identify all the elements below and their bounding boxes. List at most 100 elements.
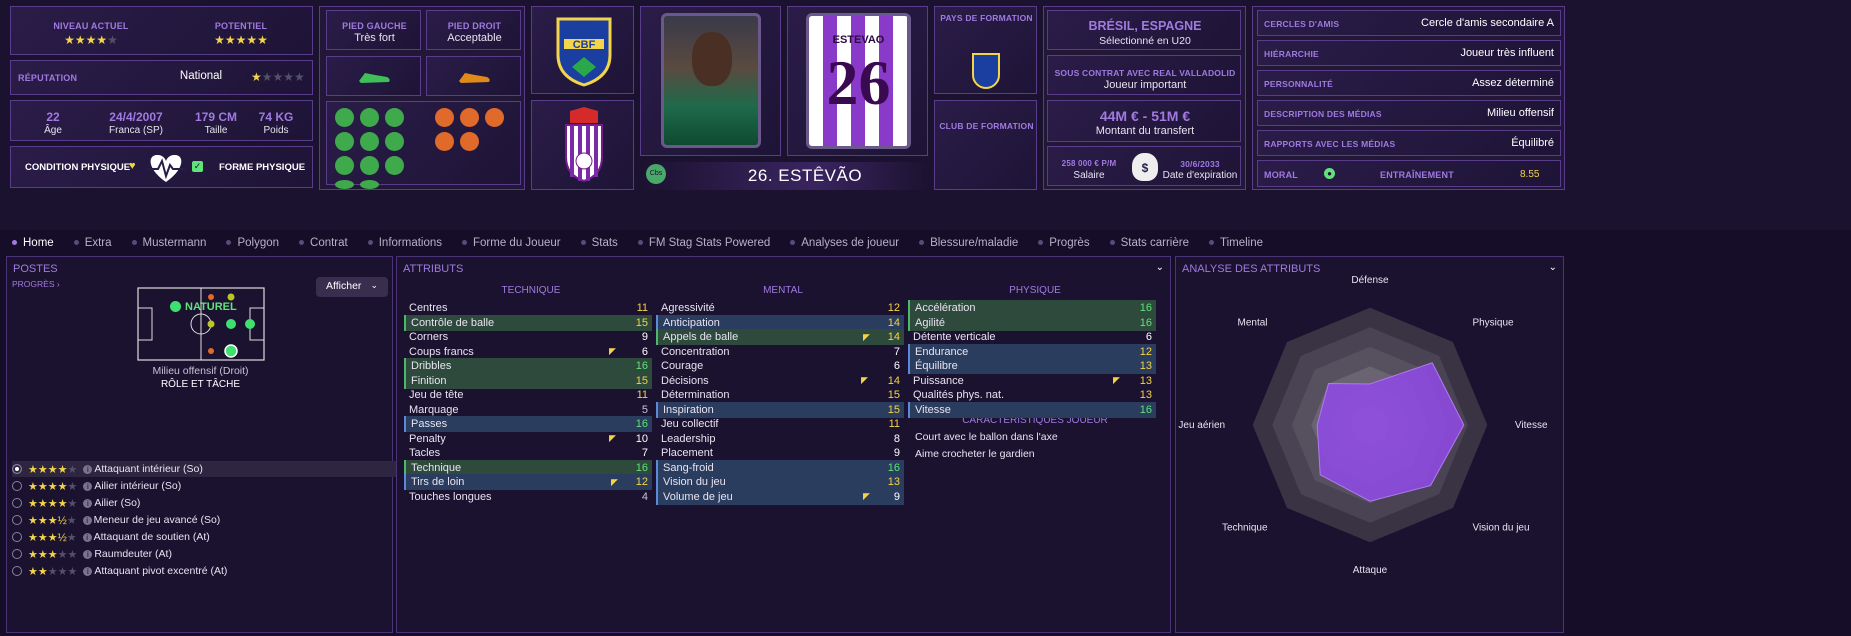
role-row[interactable]: ★★★★★iRaumdeuter (At)⌄ [12, 546, 454, 562]
role-stars: ★★★½★ [28, 531, 77, 544]
role-radio[interactable] [12, 532, 22, 542]
attribute-value: 16 [1139, 403, 1152, 416]
role-radio[interactable] [12, 498, 22, 508]
left-foot-box: PIED GAUCHE Très fort [326, 10, 421, 50]
attribute-row[interactable]: Touches longues 4 [404, 489, 652, 505]
tab-extra[interactable]: Extra [73, 237, 112, 249]
trait-icon[interactable] [385, 132, 404, 151]
pitch-diagram [137, 287, 265, 361]
attribute-value: 6 [893, 360, 900, 372]
role-row[interactable]: ★★★★★iAttaquant intérieur (So)⌄ [12, 461, 454, 477]
info-icon[interactable]: i [82, 515, 92, 525]
attribute-value: 16 [1139, 316, 1152, 329]
tab-timeline[interactable]: Timeline [1208, 237, 1263, 249]
salaire-value: 258 000 € P/M [1061, 159, 1117, 168]
pied-gauche-label: PIED GAUCHE [342, 21, 407, 31]
tab-label: Mustermann [142, 237, 207, 249]
role-row[interactable]: ★★★★★iAilier (So)⌄ [12, 495, 454, 511]
info-icon[interactable]: i [83, 464, 93, 474]
afficher-dropdown[interactable]: Afficher ⌄ [316, 277, 388, 297]
tab-blessure-maladie[interactable]: Blessure/maladie [919, 237, 1018, 249]
trait-icon[interactable] [335, 156, 354, 175]
trait-icon[interactable] [485, 108, 504, 127]
trait-icon[interactable] [335, 180, 354, 189]
role-row[interactable]: ★★★★★iAilier intérieur (So)⌄ [12, 478, 454, 494]
role-radio[interactable] [12, 566, 22, 576]
trait-icon[interactable] [360, 132, 379, 151]
trait-icon[interactable] [335, 132, 354, 151]
tab-progr-s[interactable]: Progrès [1038, 237, 1090, 249]
attribute-value: 12 [635, 476, 648, 488]
technique-title: TECHNIQUE [501, 285, 561, 296]
role-radio[interactable] [12, 515, 22, 525]
attribute-name: Agressivité [661, 302, 715, 314]
tab-label: FM Stag Stats Powered [648, 237, 771, 249]
attribute-name: Concentration [661, 345, 730, 358]
info-icon[interactable]: i [83, 498, 93, 508]
birth-place: Franca (SP) [109, 125, 163, 136]
attribute-value: 11 [888, 418, 900, 430]
attribute-name: Puissance [913, 374, 964, 387]
info-icon[interactable]: i [83, 549, 93, 559]
attribute-name: Agilité [915, 316, 945, 329]
tab-label: Home [23, 237, 54, 249]
role-radio[interactable] [12, 549, 22, 559]
chevron-down-icon[interactable]: ⌄ [1549, 262, 1557, 273]
trait-icon[interactable] [435, 132, 454, 151]
tab-dot-icon [462, 240, 468, 246]
role-row[interactable]: ★★★½★iAttaquant de soutien (At)⌄ [12, 529, 454, 545]
shirt-image: ESTEVAO 26 [806, 13, 911, 149]
trait-icon[interactable] [335, 108, 354, 127]
chevron-down-icon[interactable]: ⌄ [1156, 262, 1164, 273]
tab-mustermann[interactable]: Mustermann [131, 237, 207, 249]
role-radio[interactable] [12, 481, 22, 491]
info-row-value: Assez déterminé [1472, 77, 1554, 89]
trait-icon[interactable] [385, 156, 404, 175]
trait-icon[interactable] [385, 108, 404, 127]
attribute-row[interactable]: Volume de jeu ◤ 9 [656, 488, 904, 505]
tab-label: Extra [84, 237, 112, 249]
info-icon[interactable]: i [82, 532, 92, 542]
attribute-row[interactable]: Vitesse 16 [908, 401, 1156, 418]
attribute-value: 11 [636, 302, 648, 314]
tab-stats[interactable]: Stats [580, 237, 618, 249]
tab-home[interactable]: Home [12, 237, 54, 249]
attribute-name: Placement [661, 447, 713, 459]
expiration-value: 30/6/2033 [1180, 159, 1220, 169]
tab-polygon[interactable]: Polygon [226, 237, 279, 249]
role-row[interactable]: ★★★½★iMeneur de jeu avancé (So)⌄ [12, 512, 454, 528]
tab-analyses-de-joueur[interactable]: Analyses de joueur [790, 237, 899, 249]
player-face [692, 32, 732, 86]
attribute-value: 15 [887, 389, 900, 401]
tab-contrat[interactable]: Contrat [299, 237, 348, 249]
role-row[interactable]: ★★★★★iAttaquant pivot excentré (At)⌄ [12, 563, 454, 579]
niveau-actuel-stars: ★★★★★ [64, 33, 118, 47]
tab-dot-icon [790, 240, 796, 246]
tab-stats-carri-re[interactable]: Stats carrière [1109, 237, 1189, 249]
trait-icon[interactable] [460, 108, 479, 127]
tab-forme-du-joueur[interactable]: Forme du Joueur [462, 237, 561, 249]
niveau-actuel-label: NIVEAU ACTUEL [53, 21, 129, 31]
attribute-name: Anticipation [663, 316, 720, 329]
attribute-name: Endurance [915, 345, 969, 358]
role-radio[interactable] [12, 464, 22, 474]
info-icon[interactable]: i [83, 566, 93, 576]
tab-fm-stag-stats-powered[interactable]: FM Stag Stats Powered [637, 237, 771, 249]
attribute-value: 13 [1139, 374, 1152, 387]
trait-icon[interactable] [360, 108, 379, 127]
info-icon[interactable]: i [83, 481, 93, 491]
attribute-name: Détermination [661, 389, 730, 401]
progres-link[interactable]: PROGRÈS › [12, 279, 60, 289]
traits-box [326, 101, 521, 189]
trait-icon[interactable] [460, 132, 479, 151]
contrat-label: SOUS CONTRAT AVEC REAL VALLADOLID [1054, 68, 1236, 78]
shirt-number: 26 [826, 47, 891, 118]
trait-icon[interactable] [360, 180, 379, 189]
attribute-name: Inspiration [663, 403, 714, 416]
tab-label: Blessure/maladie [930, 237, 1019, 249]
trait-icon[interactable] [360, 156, 379, 175]
role-name: Attaquant de soutien (At) [93, 531, 210, 543]
role-name: Ailier intérieur (So) [94, 480, 182, 492]
tab-informations[interactable]: Informations [367, 237, 442, 249]
trait-icon[interactable] [435, 108, 454, 127]
